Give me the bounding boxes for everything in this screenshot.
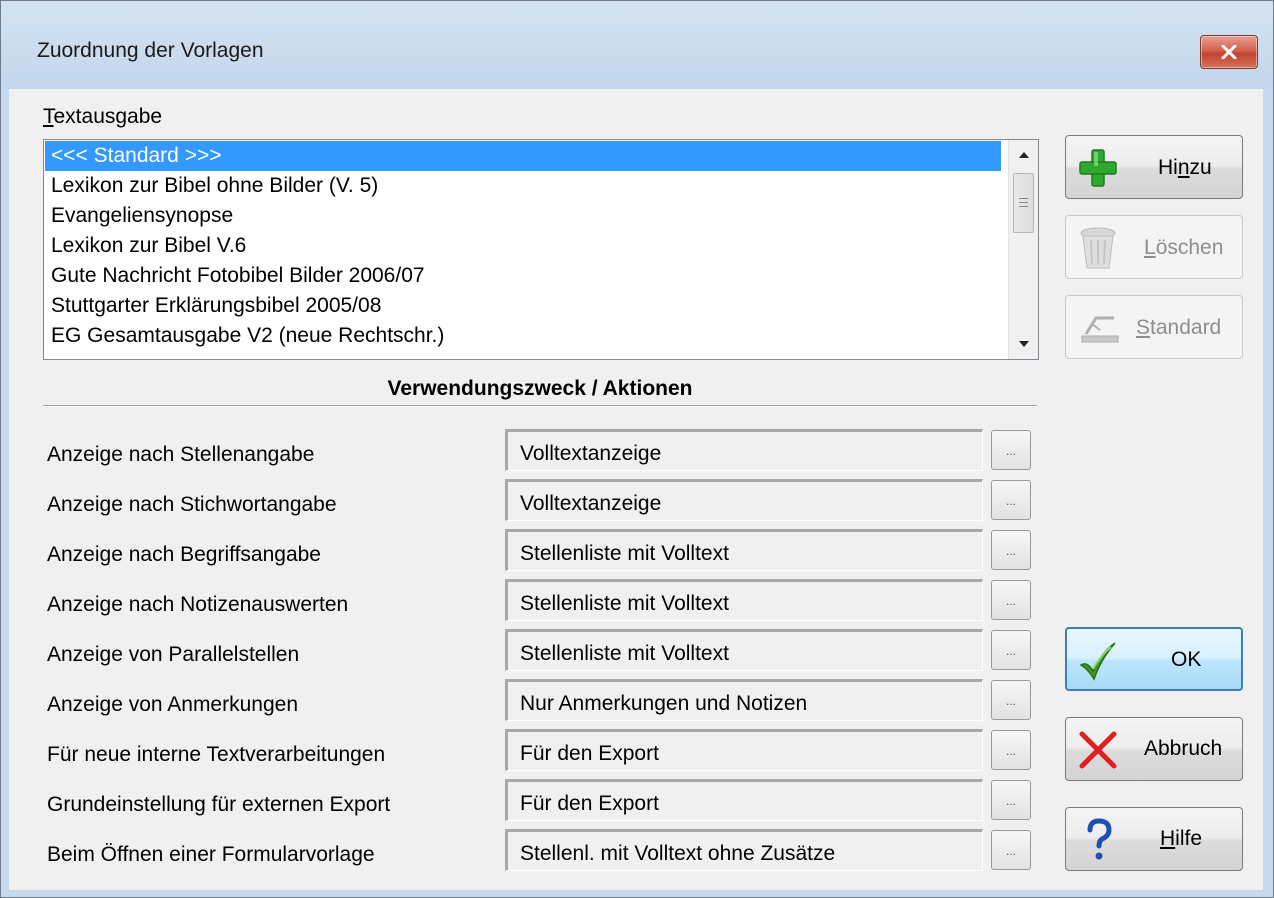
- window-title: Zuordnung der Vorlagen: [37, 39, 264, 62]
- textausgabe-listbox[interactable]: <<< Standard >>> Lexikon zur Bibel ohne …: [43, 139, 1039, 360]
- row-label: Anzeige nach Begriffsangabe: [47, 543, 321, 566]
- list-item[interactable]: <<< Standard >>>: [45, 141, 1001, 171]
- scroll-down-button[interactable]: [1009, 329, 1038, 359]
- list-item[interactable]: Evangeliensynopse: [45, 201, 1001, 231]
- row-browse-button[interactable]: ...: [991, 480, 1031, 520]
- list-item[interactable]: Lexikon zur Bibel V.6: [45, 231, 1001, 261]
- thumb-grip: [1019, 206, 1028, 207]
- standard-button-label: Standard: [1136, 316, 1222, 339]
- question-mark-icon: [1084, 818, 1114, 862]
- delete-button[interactable]: Löschen: [1065, 215, 1243, 279]
- help-button[interactable]: Hilfe: [1065, 807, 1243, 871]
- thumb-grip: [1019, 202, 1028, 203]
- dialog-client-area: Textausgabe <<< Standard >>> Lexikon zur…: [9, 89, 1263, 890]
- cancel-button-label: Abbruch: [1144, 737, 1223, 760]
- row-label: Anzeige von Parallelstellen: [47, 643, 300, 666]
- row-label: Anzeige nach Stellenangabe: [47, 443, 315, 466]
- row-browse-button[interactable]: ...: [991, 730, 1031, 770]
- row-label: Für neue interne Textverarbeitungen: [47, 743, 386, 766]
- row-value-field: Für den Export: [505, 779, 983, 821]
- row-value-field: Nur Anmerkungen und Notizen: [505, 679, 983, 721]
- listbox-scrollbar[interactable]: [1008, 140, 1038, 359]
- row-label: Anzeige nach Stichwortangabe: [47, 493, 337, 516]
- delete-button-label: Löschen: [1144, 236, 1224, 259]
- list-item[interactable]: Gute Nachricht Fotobibel Bilder 2006/07: [45, 261, 1001, 291]
- list-item[interactable]: EG Gesamtausgabe V2 (neue Rechtschr.): [45, 321, 1001, 351]
- cancel-button[interactable]: Abbruch: [1065, 717, 1243, 781]
- thumb-grip: [1019, 198, 1028, 199]
- ok-button-label: OK: [1171, 648, 1202, 671]
- textausgabe-label: Textausgabe: [43, 105, 163, 128]
- plus-icon: [1078, 148, 1118, 188]
- row-label: Grundeinstellung für externen Export: [47, 793, 391, 816]
- arrow-down-icon: [1018, 341, 1029, 347]
- title-bar[interactable]: Zuordnung der Vorlagen: [1, 1, 1273, 89]
- x-icon: [1076, 728, 1120, 772]
- ok-button[interactable]: OK: [1065, 627, 1243, 691]
- row-browse-button[interactable]: ...: [991, 630, 1031, 670]
- scroll-thumb[interactable]: [1013, 173, 1034, 233]
- row-value-field: Volltextanzeige: [505, 429, 983, 471]
- row-browse-button[interactable]: ...: [991, 530, 1031, 570]
- reset-icon: [1078, 310, 1122, 346]
- row-value-field: Volltextanzeige: [505, 479, 983, 521]
- section-heading: Verwendungszweck / Aktionen: [387, 377, 693, 400]
- row-browse-button[interactable]: ...: [991, 430, 1031, 470]
- row-label: Anzeige nach Notizenauswerten: [47, 593, 349, 616]
- list-item[interactable]: Stuttgarter Erklärungsbibel 2005/08: [45, 291, 1001, 321]
- row-value-field: Stellenl. mit Volltext ohne Zusätze: [505, 829, 983, 871]
- add-button[interactable]: Hinzu: [1065, 135, 1243, 199]
- row-browse-button[interactable]: ...: [991, 830, 1031, 870]
- row-value-field: Stellenliste mit Volltext: [505, 629, 983, 671]
- close-icon: [1221, 45, 1237, 59]
- row-label: Beim Öffnen einer Formularvorlage: [47, 843, 375, 866]
- dialog-window: Zuordnung der Vorlagen Textausgabe <<< S…: [0, 0, 1274, 898]
- row-value-field: Für den Export: [505, 729, 983, 771]
- scroll-up-button[interactable]: [1009, 140, 1038, 170]
- help-button-label: Hilfe: [1160, 827, 1203, 850]
- row-browse-button[interactable]: ...: [991, 780, 1031, 820]
- close-button[interactable]: [1200, 35, 1258, 69]
- arrow-up-icon: [1018, 152, 1029, 158]
- add-button-label: Hinzu: [1158, 156, 1212, 179]
- row-browse-button[interactable]: ...: [991, 680, 1031, 720]
- standard-button[interactable]: Standard: [1065, 295, 1243, 359]
- section-divider: [43, 405, 1037, 407]
- trash-icon: [1078, 226, 1118, 270]
- row-value-field: Stellenliste mit Volltext: [505, 579, 983, 621]
- list-item[interactable]: Lexikon zur Bibel ohne Bilder (V. 5): [45, 171, 1001, 201]
- row-value-field: Stellenliste mit Volltext: [505, 529, 983, 571]
- checkmark-icon: [1077, 639, 1119, 681]
- row-browse-button[interactable]: ...: [991, 580, 1031, 620]
- row-label: Anzeige von Anmerkungen: [47, 693, 299, 716]
